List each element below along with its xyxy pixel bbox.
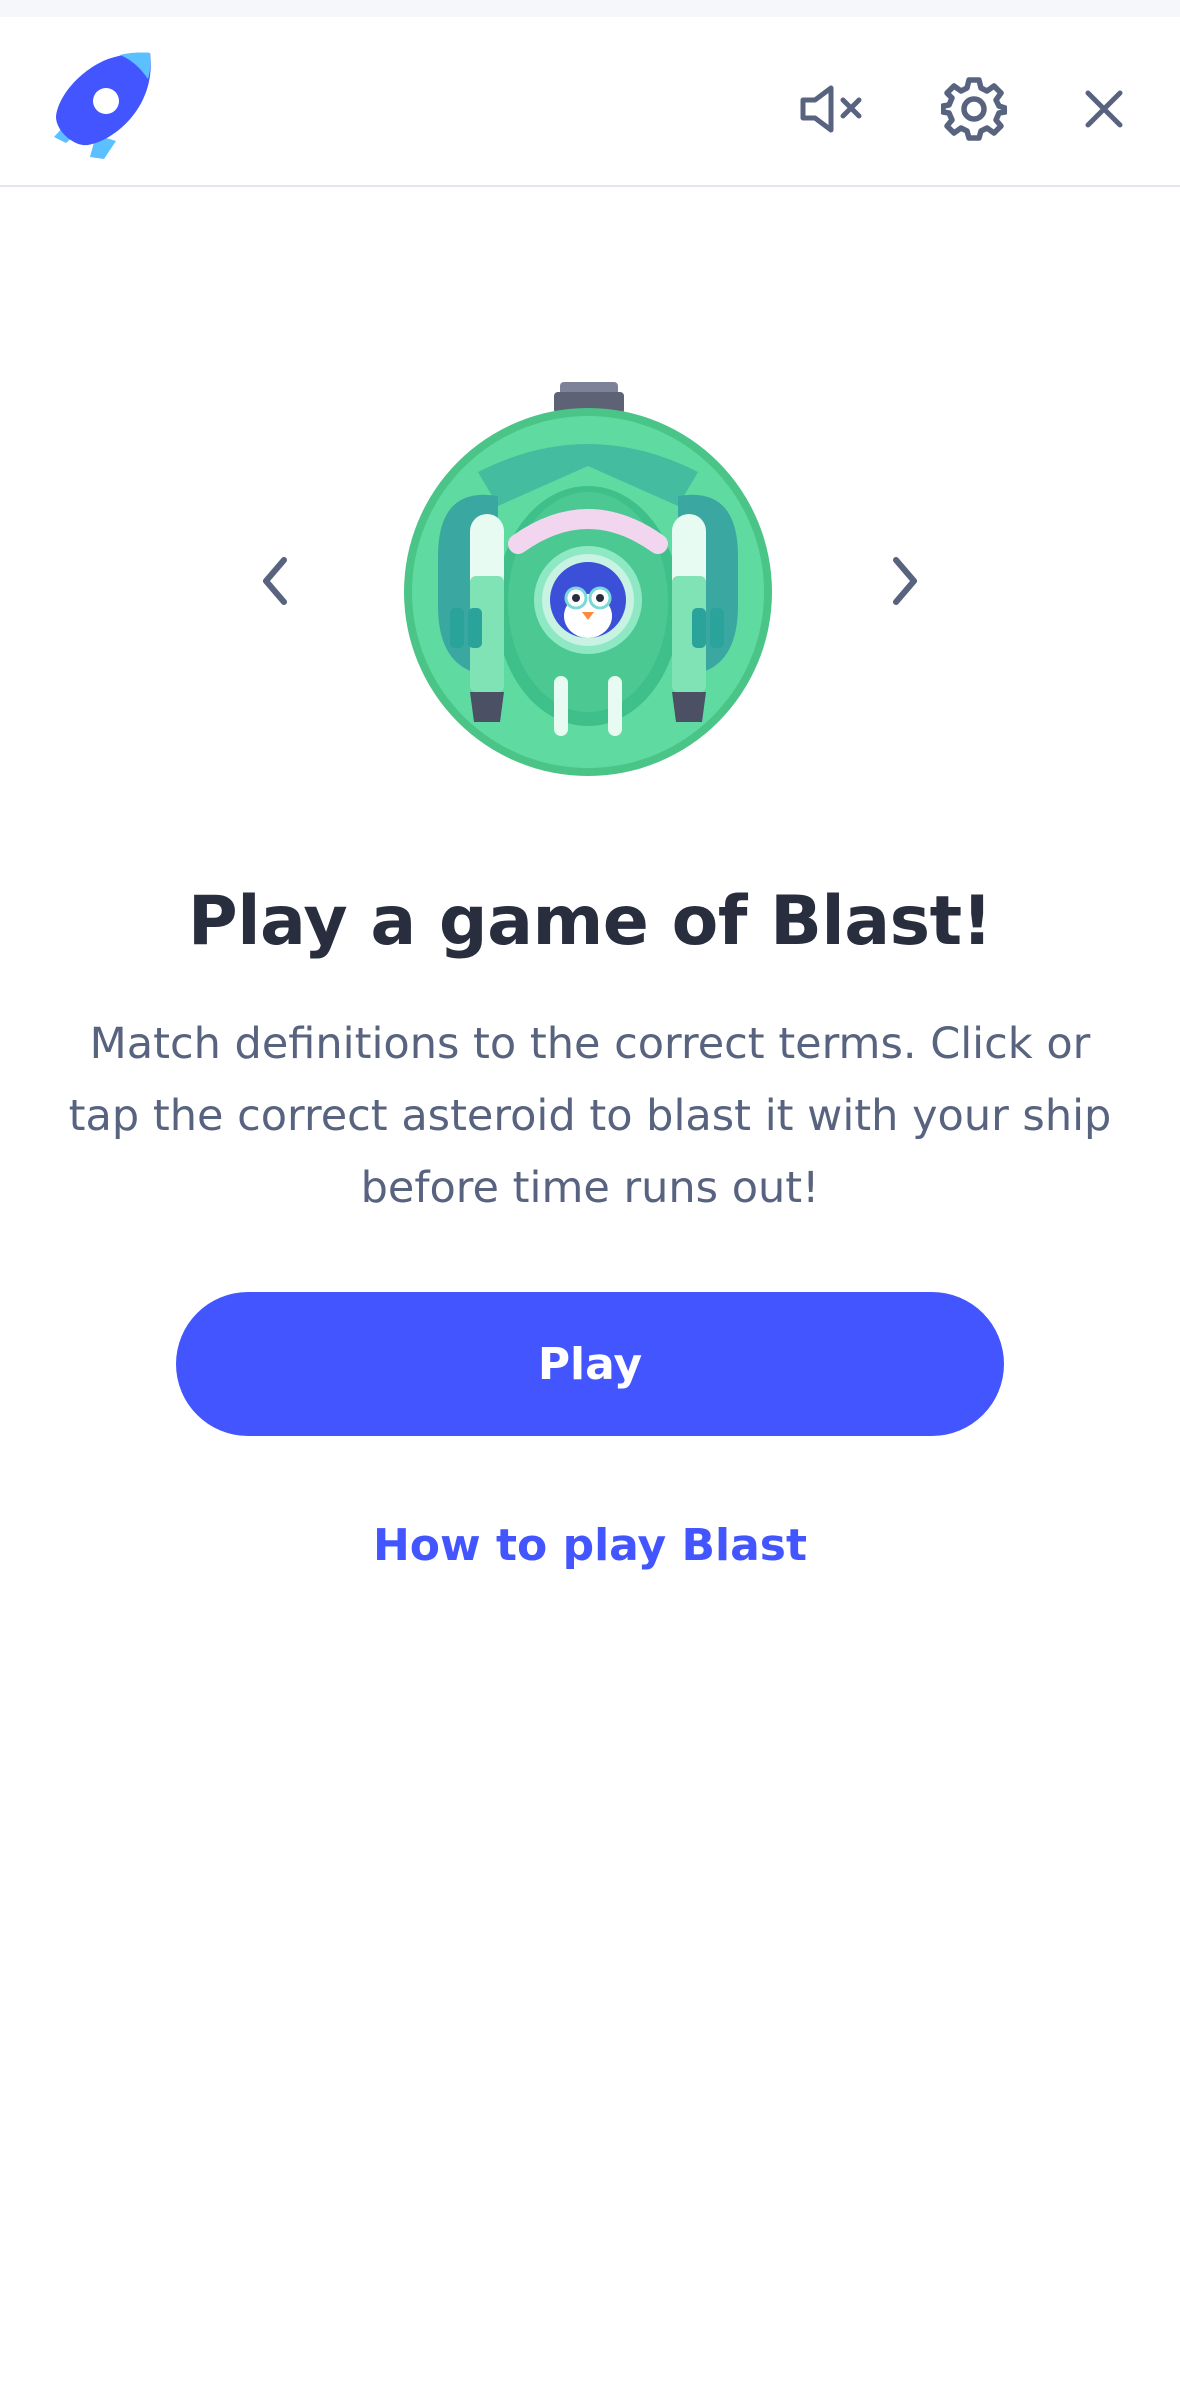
speaker-muted-icon (799, 84, 865, 138)
top-bar (0, 17, 1180, 187)
settings-button[interactable] (938, 75, 1010, 147)
chevron-right-icon (890, 556, 920, 610)
mute-button[interactable] (796, 75, 868, 147)
close-button[interactable] (1072, 79, 1136, 143)
chevron-left-icon (260, 556, 290, 610)
play-button[interactable]: Play (176, 1292, 1004, 1436)
carousel-prev-button[interactable] (240, 548, 310, 618)
status-strip (0, 0, 1180, 17)
game-description: Match definitions to the correct terms. … (68, 1019, 1112, 1213)
page-title: Play a game of Blast! (187, 882, 993, 961)
carousel-next-button[interactable] (870, 548, 940, 618)
close-icon (1084, 89, 1124, 133)
spaceship-illustration (398, 376, 778, 782)
gear-icon (940, 76, 1008, 146)
rocket-logo-icon[interactable] (36, 45, 156, 165)
how-to-play-link[interactable]: How to play Blast (0, 1520, 1180, 1571)
